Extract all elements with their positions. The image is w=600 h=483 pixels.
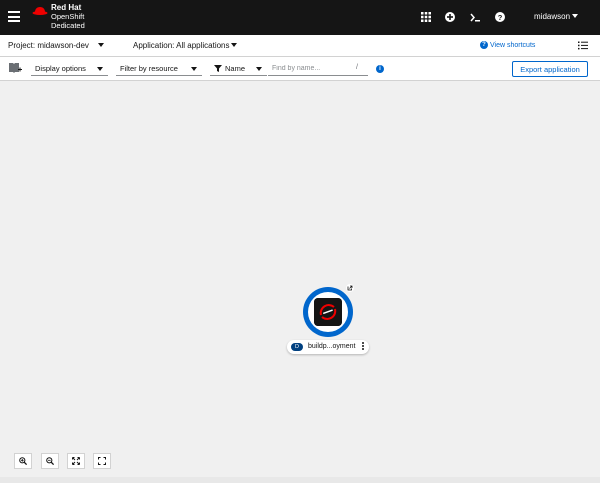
export-application-button[interactable]: Export application (512, 61, 588, 77)
name-filter-label: Name (225, 64, 246, 73)
app-launcher-icon[interactable] (420, 11, 432, 23)
application-label: Application: All applications (133, 41, 230, 50)
help-icon[interactable]: ? (494, 11, 506, 23)
kebab-menu-icon[interactable] (360, 342, 365, 352)
filter-icon (214, 65, 222, 72)
terminal-icon[interactable] (469, 11, 481, 23)
deployment-badge: D (291, 343, 303, 351)
zoom-in-button[interactable] (14, 453, 32, 469)
open-url-icon[interactable] (346, 284, 354, 292)
openshift-logo-icon (314, 298, 342, 326)
brand-line1: Red Hat (51, 3, 82, 12)
chevron-down-icon (97, 43, 104, 47)
question-circle-icon: ? (480, 41, 488, 49)
chevron-down-icon (230, 43, 237, 47)
node-label[interactable]: D buildp...oyment (287, 340, 369, 354)
filter-by-resource-label: Filter by resource (120, 64, 178, 73)
project-bar: Project: midawson-dev Application: All a… (0, 35, 600, 57)
zoom-in-icon (19, 457, 27, 465)
brand-text: Red Hat OpenShift Dedicated (51, 3, 85, 30)
keyboard-shortcut-hint: / (356, 64, 358, 71)
zoom-out-icon (46, 457, 54, 465)
topology-toolbar: Display options Filter by resource Name … (0, 57, 600, 81)
red-hat-icon (32, 7, 48, 15)
chevron-down-icon (97, 67, 103, 71)
filter-by-resource-dropdown[interactable]: Filter by resource (116, 61, 202, 76)
topology-canvas[interactable] (0, 82, 600, 477)
node-name: buildp...oyment (308, 343, 356, 350)
hamburger-icon[interactable] (8, 11, 20, 22)
brand-line2: OpenShift (51, 12, 85, 21)
vertical-scrollbar[interactable] (596, 82, 600, 477)
view-shortcuts-label: View shortcuts (490, 41, 536, 49)
chevron-down-icon (191, 67, 197, 71)
name-filter-dropdown[interactable]: Name (210, 61, 267, 76)
fit-to-screen-icon (72, 457, 80, 465)
bottom-scrollbar[interactable] (0, 477, 600, 483)
display-options-dropdown[interactable]: Display options (31, 61, 108, 76)
view-shortcuts-link[interactable]: ? View shortcuts (480, 41, 535, 49)
zoom-out-button[interactable] (41, 453, 59, 469)
chevron-down-icon (256, 67, 262, 71)
svg-text:?: ? (498, 13, 503, 22)
brand-logo[interactable]: Red Hat OpenShift Dedicated (32, 3, 85, 30)
info-icon[interactable]: i (376, 65, 384, 73)
project-selector[interactable]: Project: midawson-dev (8, 41, 104, 50)
book-add-icon[interactable] (8, 62, 22, 74)
list-view-icon[interactable] (578, 41, 588, 50)
reset-view-button[interactable] (93, 453, 111, 469)
user-name: midawson (534, 12, 571, 21)
user-menu[interactable]: midawson (534, 12, 579, 21)
display-options-label: Display options (35, 64, 86, 73)
find-by-name-input[interactable] (268, 61, 368, 76)
chevron-down-icon (572, 14, 579, 18)
brand-line3: Dedicated (51, 21, 85, 30)
reset-view-icon (98, 457, 106, 465)
project-label: Project: midawson-dev (8, 41, 89, 50)
plus-icon[interactable] (444, 11, 456, 23)
fit-to-screen-button[interactable] (67, 453, 85, 469)
application-selector[interactable]: Application: All applications (133, 41, 237, 50)
masthead: Red Hat OpenShift Dedicated ? midawson (0, 0, 600, 35)
